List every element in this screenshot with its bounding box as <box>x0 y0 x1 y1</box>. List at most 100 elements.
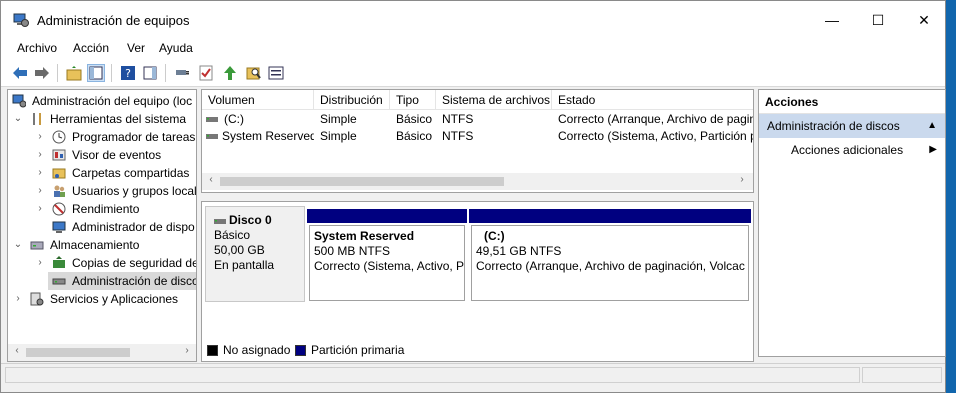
toolbar-separator <box>111 64 112 82</box>
connect-button[interactable] <box>173 64 191 82</box>
actions-pane: Acciones Administración de discos ▲ Acci… <box>758 89 946 357</box>
partition-c[interactable]: (C:) 49,51 GB NTFS Correcto (Arranque, A… <box>469 209 751 303</box>
volume-list: Volumen Distribución Tipo Sistema de arc… <box>201 89 754 193</box>
tree-item-task-scheduler[interactable]: › Programador de tareas <box>8 128 196 146</box>
storage-icon <box>30 241 44 250</box>
list-icon <box>268 66 284 80</box>
volume-list-horizontal-scrollbar[interactable]: ‹ › <box>202 173 753 190</box>
title-bar: Administración de equipos — ☐ ✕ <box>1 1 945 39</box>
scroll-right-arrow-icon[interactable]: › <box>180 345 194 356</box>
disk-kind: Básico <box>214 228 251 242</box>
upload-button[interactable] <box>221 64 239 82</box>
console-tree: Administración del equipo (loc ⌄ Herrami… <box>7 89 197 362</box>
show-hide-tree-button[interactable] <box>87 64 105 82</box>
backup-icon <box>53 256 65 268</box>
volume-list-header: Volumen Distribución Tipo Sistema de arc… <box>202 90 753 110</box>
action-pane-icon <box>143 66 157 80</box>
chevron-right-icon[interactable]: › <box>12 290 24 308</box>
chevron-right-icon[interactable]: › <box>34 200 46 218</box>
table-row[interactable]: (C:) Simple Básico NTFS Correcto (Arranq… <box>202 111 753 128</box>
search-icon <box>246 67 261 80</box>
tree-item-disk-management[interactable]: Administración de disco <box>48 272 197 290</box>
checklist-icon <box>199 65 213 81</box>
scrollbar-thumb[interactable] <box>26 348 130 357</box>
minimize-icon: — <box>825 12 839 28</box>
cell-status: Correcto (Arranque, Archivo de pagin <box>558 112 754 126</box>
close-button[interactable]: ✕ <box>901 1 947 39</box>
tree-item-performance[interactable]: › Rendimiento <box>8 200 196 218</box>
maximize-icon: ☐ <box>871 11 885 28</box>
tree-item-services-apps[interactable]: › Servicios y Aplicaciones <box>8 290 196 308</box>
table-row[interactable]: System Reserved Simple Básico NTFS Corre… <box>202 128 753 145</box>
options-button[interactable] <box>267 64 285 82</box>
column-header-filesystem[interactable]: Sistema de archivos <box>436 90 552 110</box>
disk-state: En pantalla <box>214 258 275 272</box>
tree-item-event-viewer[interactable]: › Visor de eventos <box>8 146 196 164</box>
menu-accion[interactable]: Acción <box>73 41 109 55</box>
disk-name-row: Disco 0 <box>214 213 296 228</box>
scroll-left-arrow-icon[interactable]: ‹ <box>10 345 24 356</box>
computer-management-icon <box>13 13 29 27</box>
status-cell-secondary <box>862 367 942 383</box>
tree-item-windows-backup[interactable]: › Copias de seguridad de <box>8 254 196 272</box>
partition-bar <box>469 209 751 223</box>
maximize-button[interactable]: ☐ <box>855 1 901 39</box>
tree-item-device-manager[interactable]: Administrador de dispo <box>8 218 196 236</box>
search-button[interactable] <box>245 64 263 82</box>
menu-archivo[interactable]: Archivo <box>17 41 57 55</box>
window-title: Administración de equipos <box>37 13 190 28</box>
partition-body: System Reserved 500 MB NTFS Correcto (Si… <box>309 225 465 301</box>
column-header-layout[interactable]: Distribución <box>314 90 390 110</box>
back-button[interactable] <box>11 64 29 82</box>
tree-item-shared-folders[interactable]: › Carpetas compartidas <box>8 164 196 182</box>
check-button[interactable] <box>197 64 215 82</box>
chevron-down-icon[interactable]: ⌄ <box>12 110 24 128</box>
up-folder-button[interactable] <box>65 64 83 82</box>
actions-section-disk-management[interactable]: Administración de discos ▲ <box>759 114 945 138</box>
forward-button[interactable] <box>33 64 51 82</box>
chevron-right-icon[interactable]: › <box>34 146 46 164</box>
disk-label[interactable]: Disco 0 Básico 50,00 GB En pantalla <box>205 206 305 302</box>
tree-item-storage[interactable]: ⌄ Almacenamiento <box>8 236 196 254</box>
services-icon <box>30 292 44 306</box>
partition-bar <box>307 209 467 223</box>
computer-management-window: Administración de equipos — ☐ ✕ Archivo … <box>0 0 946 393</box>
chevron-right-icon[interactable]: › <box>34 128 46 146</box>
scroll-right-arrow-icon[interactable]: › <box>735 174 749 185</box>
column-header-type[interactable]: Tipo <box>390 90 436 110</box>
scrollbar-thumb[interactable] <box>220 177 504 186</box>
cell-layout: Simple <box>320 129 357 143</box>
cell-type: Básico <box>396 129 433 143</box>
more-actions-item[interactable]: Acciones adicionales ▶ <box>759 140 945 160</box>
properties-panel-button[interactable] <box>141 64 159 82</box>
tree-item-computer-management[interactable]: Administración del equipo (loc <box>8 92 196 110</box>
help-button[interactable]: ? <box>119 64 137 82</box>
legend-swatch-primary <box>295 345 306 356</box>
partition-system-reserved[interactable]: System Reserved 500 MB NTFS Correcto (Si… <box>307 209 467 303</box>
cell-filesystem: NTFS <box>442 129 474 143</box>
forward-arrow-icon <box>35 67 49 79</box>
minimize-button[interactable]: — <box>809 1 855 39</box>
chevron-right-icon[interactable]: › <box>34 182 46 200</box>
legend: No asignado Partición primaria <box>201 341 754 361</box>
tree-item-label: Almacenamiento <box>50 238 140 252</box>
tree-item-local-users[interactable]: › Usuarios y grupos locale <box>8 182 196 200</box>
menu-ayuda[interactable]: Ayuda <box>159 41 193 55</box>
console-tree-icon <box>89 66 103 80</box>
actions-header: Acciones <box>759 90 945 114</box>
chevron-right-icon[interactable]: › <box>34 164 46 182</box>
collapse-up-icon[interactable]: ▲ <box>927 114 937 138</box>
users-icon <box>54 185 65 197</box>
chevron-right-icon[interactable]: › <box>34 254 46 272</box>
chevron-down-icon[interactable]: ⌄ <box>12 236 24 254</box>
column-header-status[interactable]: Estado <box>552 90 753 110</box>
column-header-volume[interactable]: Volumen <box>202 90 314 110</box>
tree-item-label: Administración de disco <box>72 274 197 288</box>
scroll-left-arrow-icon[interactable]: ‹ <box>204 174 218 185</box>
menu-ver[interactable]: Ver <box>127 41 145 55</box>
tree-item-system-tools[interactable]: ⌄ Herramientas del sistema <box>8 110 196 128</box>
cell-volume: (C:) <box>224 112 244 126</box>
menu-bar: Archivo Acción Ver Ayuda <box>1 39 945 59</box>
tree-item-label: Herramientas del sistema <box>50 112 187 126</box>
tree-horizontal-scrollbar[interactable]: ‹ › <box>8 344 196 361</box>
